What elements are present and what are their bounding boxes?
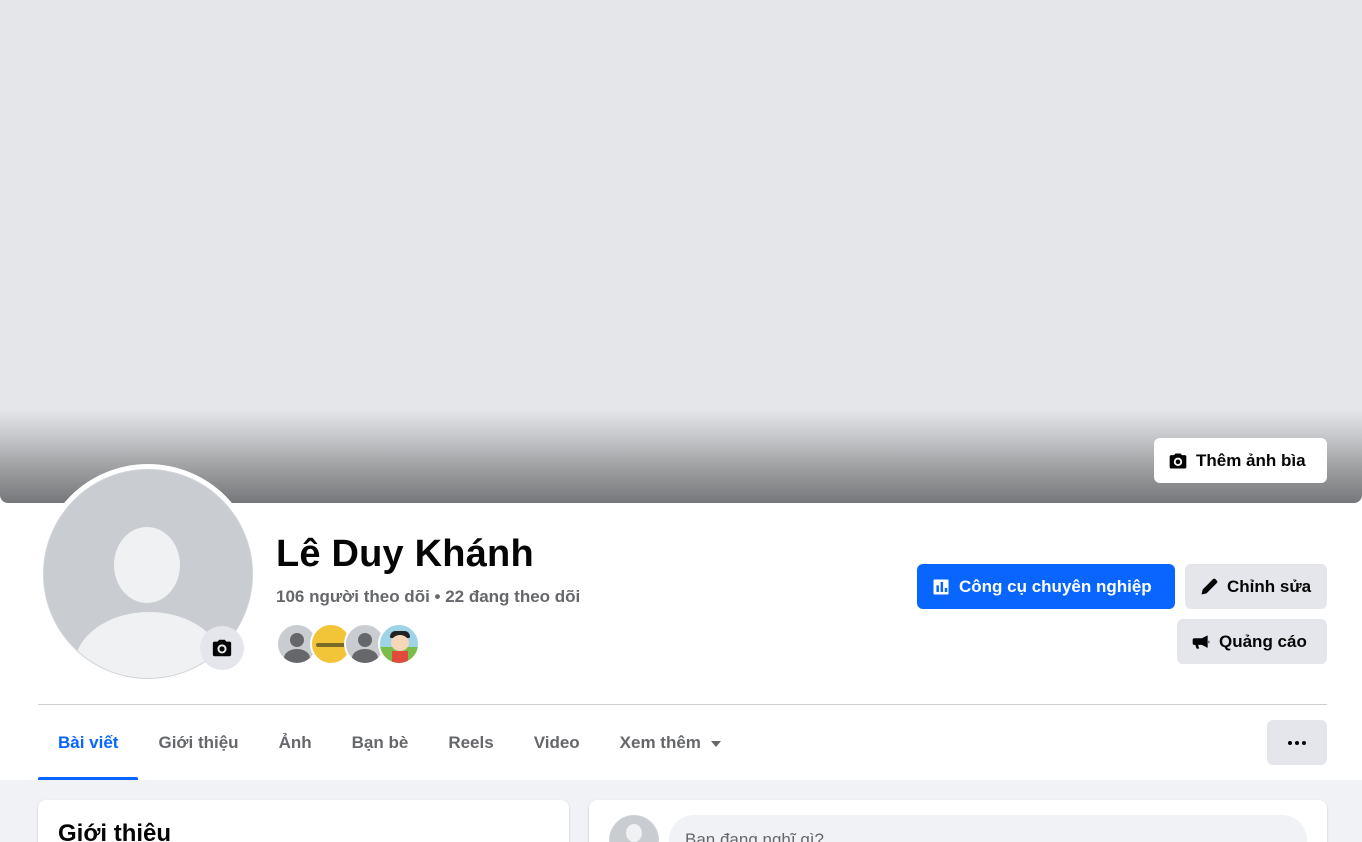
profile-tabs: Bài viết Giới thiệu Ảnh Bạn bè Reels Vid… <box>38 706 741 780</box>
bar-chart-icon <box>933 579 949 594</box>
camera-icon <box>1169 453 1187 468</box>
follower-avatars <box>276 623 420 665</box>
whats-on-your-mind-input[interactable]: Bạn đang nghĩ gì? <box>669 815 1307 842</box>
professional-tools-button[interactable]: Công cụ chuyên nghiệp <box>917 564 1175 609</box>
caret-down-icon <box>710 741 721 747</box>
advertise-label: Quảng cáo <box>1219 631 1307 651</box>
profile-name: Lê Duy Khánh <box>276 533 534 575</box>
camera-icon <box>212 639 232 657</box>
follow-stats-separator: • <box>429 587 446 606</box>
pencil-icon <box>1201 578 1218 594</box>
professional-tools-label: Công cụ chuyên nghiệp <box>959 576 1152 596</box>
cover-photo: Thêm ảnh bìa <box>0 0 1362 503</box>
profile-header: Thêm ảnh bìa Lê Duy Khánh 106 người theo… <box>0 0 1362 780</box>
avatar-placeholder-head <box>114 527 180 603</box>
update-profile-picture-button[interactable] <box>200 626 244 670</box>
tab-videos[interactable]: Video <box>514 706 600 780</box>
tab-friends[interactable]: Bạn bè <box>332 706 429 780</box>
follower-avatar[interactable] <box>378 623 420 665</box>
intro-card: Giới thiệu <box>38 800 569 842</box>
tab-about[interactable]: Giới thiệu <box>138 706 258 780</box>
tab-reels[interactable]: Reels <box>428 706 513 780</box>
post-composer: Bạn đang nghĩ gì? <box>589 800 1327 842</box>
megaphone-icon <box>1192 634 1210 649</box>
tabs-divider <box>38 704 1327 705</box>
follow-stats: 106 người theo dõi • 22 đang theo dõi <box>276 587 580 607</box>
edit-profile-button[interactable]: Chỉnh sửa <box>1185 564 1327 609</box>
edit-profile-label: Chỉnh sửa <box>1227 576 1312 596</box>
profile-more-options-button[interactable] <box>1267 720 1327 765</box>
add-cover-photo-button[interactable]: Thêm ảnh bìa <box>1154 438 1327 483</box>
tab-posts[interactable]: Bài viết <box>38 706 139 780</box>
tab-see-more[interactable]: Xem thêm <box>600 706 741 780</box>
composer-avatar[interactable] <box>609 815 659 842</box>
ellipsis-icon <box>1288 740 1306 745</box>
following-count-link[interactable]: 22 đang theo dõi <box>445 587 580 606</box>
intro-title: Giới thiệu <box>58 820 172 842</box>
advertise-button[interactable]: Quảng cáo <box>1177 619 1327 664</box>
add-cover-photo-label: Thêm ảnh bìa <box>1196 450 1306 470</box>
tab-see-more-label: Xem thêm <box>619 733 701 752</box>
profile-picture-frame <box>38 464 258 684</box>
followers-count-link[interactable]: 106 người theo dõi <box>276 587 430 606</box>
tab-photos[interactable]: Ảnh <box>259 706 332 780</box>
